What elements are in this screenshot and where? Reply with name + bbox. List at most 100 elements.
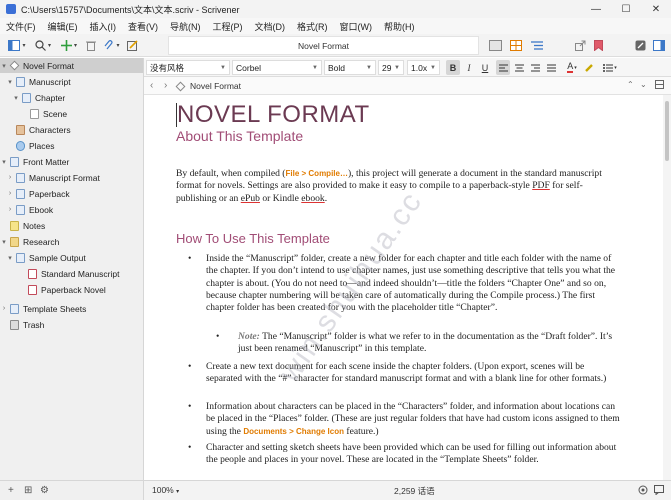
binder-item-paperback[interactable]: › Paperback xyxy=(0,186,143,201)
chevron-down-icon[interactable]: ▾ xyxy=(12,94,20,102)
word-count[interactable]: 2,259 话语 xyxy=(394,485,435,497)
binder-item-places[interactable]: Places xyxy=(0,138,143,153)
binder-item-sample-output[interactable]: ▾ Sample Output xyxy=(0,250,143,265)
inspector-toggle-icon[interactable] xyxy=(652,39,666,52)
binder-item-ebook[interactable]: › Ebook xyxy=(0,202,143,217)
underline-button[interactable]: U xyxy=(478,60,492,75)
chevron-right-icon[interactable]: › xyxy=(6,206,14,213)
chevron-right-icon[interactable]: › xyxy=(0,305,8,312)
font-family-select[interactable]: Corbel ▼ xyxy=(232,60,322,75)
menu-documents[interactable]: 文档(D) xyxy=(255,20,286,33)
split-view-icon[interactable] xyxy=(655,80,664,91)
binder-item-label: Novel Format xyxy=(23,60,75,71)
single-view-icon[interactable] xyxy=(487,39,503,52)
style-select[interactable]: 没有风格 ▼ xyxy=(146,60,230,75)
search-icon[interactable]: ▾ xyxy=(32,39,54,52)
italic-button[interactable]: I xyxy=(462,60,476,75)
binder-item-notes[interactable]: Notes xyxy=(0,218,143,233)
binder-sidebar: ▾ Novel Format ▾ Manuscript ▾ Chapter Sc… xyxy=(0,58,144,480)
binder-item-characters[interactable]: Characters xyxy=(0,122,143,137)
chevron-right-icon[interactable]: › xyxy=(6,190,14,197)
comment-icon[interactable] xyxy=(654,485,664,497)
intro-paragraph[interactable]: By default, when compiled (File > Compil… xyxy=(176,168,621,205)
minimize-button[interactable]: — xyxy=(581,0,611,18)
zoom-select[interactable]: 100% ▾ xyxy=(152,485,179,495)
font-weight-select[interactable]: Bold ▼ xyxy=(324,60,376,75)
line-spacing-select[interactable]: 1.0x ▼ xyxy=(407,60,440,75)
epub-term: ePub xyxy=(240,192,260,204)
align-justify-icon[interactable] xyxy=(544,60,558,75)
chevron-right-icon[interactable]: › xyxy=(6,174,14,181)
scrollbar-thumb[interactable] xyxy=(665,101,669,161)
settings-icon[interactable]: ⚙ xyxy=(40,485,49,496)
chevron-down-icon[interactable]: ▾ xyxy=(6,78,14,86)
add-document-icon[interactable]: ▾ xyxy=(59,39,79,52)
chevron-down-icon[interactable]: ⌄ xyxy=(640,80,647,89)
binder-item-label: Standard Manuscript xyxy=(41,268,120,279)
menu-format[interactable]: 格式(R) xyxy=(297,20,328,33)
binder-item-scene[interactable]: Scene xyxy=(0,106,143,121)
align-center-icon[interactable] xyxy=(512,60,526,75)
editor-header-bar: ‹ › Novel Format ⌃ ⌄ xyxy=(144,77,671,95)
share-icon[interactable] xyxy=(573,39,587,52)
binder-item-trash[interactable]: Trash xyxy=(0,317,143,332)
editor-area[interactable]: NOVEL FORMAT About This Template By defa… xyxy=(144,95,663,480)
editor-scrollbar[interactable] xyxy=(663,95,671,480)
chevron-up-icon[interactable]: ⌃ xyxy=(627,80,634,89)
chevron-down-icon[interactable]: ▾ xyxy=(0,158,8,166)
menu-view[interactable]: 查看(V) xyxy=(128,20,158,33)
align-left-icon[interactable] xyxy=(496,60,510,75)
notes-icon xyxy=(10,220,19,231)
trash-icon[interactable] xyxy=(84,39,97,52)
chevron-down-icon: ▼ xyxy=(366,64,372,71)
chevron-down-icon[interactable]: ▾ xyxy=(0,62,8,70)
text-color-icon[interactable]: A ▾ xyxy=(562,60,582,75)
menu-file[interactable]: 文件(F) xyxy=(6,20,36,33)
binder-item-paperback-novel[interactable]: Paperback Novel xyxy=(0,282,143,297)
menu-edit[interactable]: 编辑(E) xyxy=(48,20,78,33)
binder-item-chapter[interactable]: ▾ Chapter xyxy=(0,90,143,105)
binder-item-label: Manuscript xyxy=(29,76,71,87)
bookmark-icon[interactable] xyxy=(592,39,604,52)
list-icon[interactable]: ▾ xyxy=(600,60,620,75)
corkboard-view-icon[interactable] xyxy=(508,39,524,52)
subtitle-about[interactable]: About This Template xyxy=(176,128,303,144)
highlight-icon[interactable] xyxy=(582,60,596,75)
close-button[interactable]: ✕ xyxy=(641,0,671,18)
forward-arrow-icon[interactable]: › xyxy=(164,80,167,91)
menu-insert[interactable]: 插入(I) xyxy=(90,20,117,33)
outline-view-icon[interactable] xyxy=(529,39,545,52)
section-heading[interactable]: How To Use This Template xyxy=(176,231,330,246)
folder-icon xyxy=(16,252,25,263)
binder-item-standard-manuscript[interactable]: Standard Manuscript xyxy=(0,266,143,281)
pdf-icon xyxy=(28,284,37,295)
font-size-select[interactable]: 29 ▼ xyxy=(378,60,404,75)
bold-button[interactable]: B xyxy=(446,60,460,75)
menu-navigate[interactable]: 导航(N) xyxy=(170,20,201,33)
binder-item-label: Manuscript Format xyxy=(29,172,100,183)
back-arrow-icon[interactable]: ‹ xyxy=(150,80,153,91)
binder-toggle-icon[interactable]: ▾ xyxy=(6,39,28,52)
chevron-down-icon[interactable]: ▾ xyxy=(0,238,8,246)
binder-item-novel-format[interactable]: ▾ Novel Format xyxy=(0,58,143,73)
add-icon[interactable]: + xyxy=(8,485,14,496)
menu-help[interactable]: 帮助(H) xyxy=(384,20,415,33)
maximize-button[interactable]: ☐ xyxy=(611,0,641,18)
inspector-edit-icon[interactable] xyxy=(633,39,647,52)
binder-item-front-matter[interactable]: ▾ Front Matter xyxy=(0,154,143,169)
template-folder-icon xyxy=(10,303,19,314)
add-folder-icon[interactable]: ⊞ xyxy=(24,485,32,496)
chevron-down-icon[interactable]: ▾ xyxy=(6,254,14,262)
menu-window[interactable]: 窗口(W) xyxy=(340,20,373,33)
target-icon[interactable] xyxy=(638,485,648,497)
attachment-icon[interactable]: ▾ xyxy=(102,39,122,52)
edit-icon[interactable] xyxy=(126,39,138,52)
document-title[interactable]: NOVEL FORMAT xyxy=(177,101,370,129)
binder-item-research[interactable]: ▾ Research xyxy=(0,234,143,249)
menu-project[interactable]: 工程(P) xyxy=(213,20,243,33)
binder-item-template-sheets[interactable]: › Template Sheets xyxy=(0,301,143,316)
binder-item-manuscript[interactable]: ▾ Manuscript xyxy=(0,74,143,89)
globe-icon xyxy=(16,140,25,151)
binder-item-manuscript-format[interactable]: › Manuscript Format xyxy=(0,170,143,185)
align-right-icon[interactable] xyxy=(528,60,542,75)
